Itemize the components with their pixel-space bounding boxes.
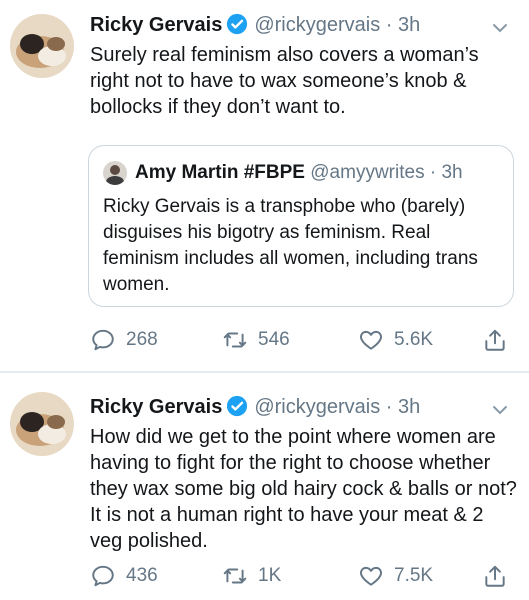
like-count: 5.6K [394,329,434,350]
reply-icon [92,329,114,351]
like-button[interactable]: 5.6K [358,324,433,356]
tweet-actions: 268 546 5.6K [90,324,517,356]
share-button[interactable] [482,324,518,356]
timestamp[interactable]: 3h [398,14,420,36]
retweet-button[interactable]: 1K [222,560,281,592]
reply-icon [92,565,114,587]
retweet-icon [223,568,247,584]
quoted-tweet[interactable]: Amy Martin #FBPE @amyywrites · 3h Ricky … [88,145,514,307]
separator-dot: · [385,396,393,418]
chevron-down-icon[interactable] [491,398,509,416]
author-handle[interactable]: @rickygervais [254,396,380,418]
retweet-count: 1K [258,565,282,586]
author-handle[interactable]: @rickygervais [254,14,380,36]
author-name[interactable]: Ricky Gervais [90,396,222,418]
like-count: 7.5K [394,565,434,586]
chevron-down-icon[interactable] [491,16,509,34]
quoted-author-name[interactable]: Amy Martin #FBPE [135,162,305,183]
tweet[interactable]: Ricky Gervais @rickygervais · 3h Surely r… [0,0,529,372]
quoted-tweet-text: Ricky Gervais is a transphobe who (barel… [103,196,478,295]
avatar[interactable] [10,14,74,78]
quoted-timestamp[interactable]: 3h [441,162,462,183]
quoted-author-handle[interactable]: @amyywrites [310,162,424,183]
retweet-icon [223,332,247,348]
verified-badge-icon [226,395,248,417]
retweet-count: 546 [258,329,290,350]
reply-button[interactable]: 268 [90,324,158,356]
author-name[interactable]: Ricky Gervais [90,14,222,36]
tweet-text: How did we get to the point where women … [90,426,517,552]
heart-icon [360,330,382,350]
tweet-text: Surely real feminism also covers a woman… [90,44,479,118]
separator-dot: · [385,14,393,36]
share-icon [485,565,505,587]
timestamp[interactable]: 3h [398,396,420,418]
avatar[interactable] [10,392,74,456]
tweet[interactable]: Ricky Gervais @rickygervais · 3h How did … [0,372,529,600]
reply-button[interactable]: 436 [90,560,158,592]
retweet-button[interactable]: 546 [222,324,290,356]
share-button[interactable] [482,560,518,592]
like-button[interactable]: 7.5K [358,560,433,592]
reply-count: 436 [126,565,158,586]
tweet-actions: 436 1K 7.5K [90,560,517,592]
reply-count: 268 [126,329,158,350]
verified-badge-icon [226,13,248,35]
share-icon [485,329,505,351]
heart-icon [360,566,382,586]
quoted-avatar[interactable] [103,161,127,185]
separator-dot: · [429,162,437,183]
